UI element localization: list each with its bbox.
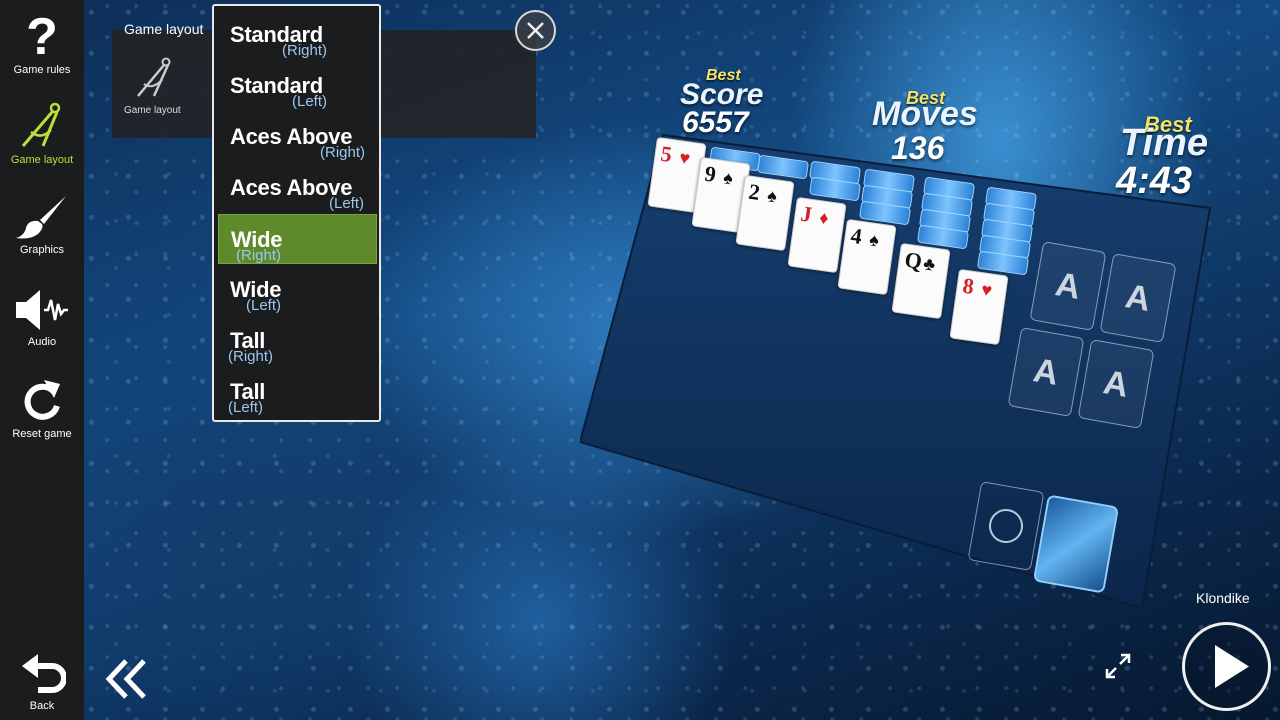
panel-icon-label: Game layout bbox=[124, 105, 181, 116]
fullscreen-icon[interactable] bbox=[1104, 652, 1132, 680]
sidebar-item-label: Audio bbox=[27, 336, 57, 348]
sidebar-item-label: Reset game bbox=[12, 428, 72, 440]
layout-option-aces-above-right[interactable]: Aces Above (Right) bbox=[218, 112, 377, 162]
foundation-slot[interactable]: A bbox=[1007, 327, 1085, 417]
back-button[interactable]: Back bbox=[0, 652, 84, 712]
option-sublabel: (Left) bbox=[329, 195, 365, 212]
card-rank: 8 bbox=[961, 272, 976, 299]
card-suit: ♥ bbox=[980, 279, 994, 301]
option-sublabel: (Left) bbox=[292, 93, 328, 110]
layout-option-wide-left[interactable]: Wide (Left) bbox=[218, 265, 377, 315]
layout-option-tall-right[interactable]: Tall (Right) bbox=[218, 316, 377, 366]
option-sublabel: (Right) bbox=[228, 348, 274, 365]
sidebar-item-reset-game[interactable]: Reset game bbox=[0, 378, 84, 440]
layout-option-tall-left[interactable]: Tall (Left) bbox=[218, 367, 377, 417]
close-icon bbox=[527, 22, 544, 39]
question-icon: ? bbox=[26, 10, 58, 60]
option-sublabel: (Right) bbox=[282, 42, 328, 59]
recycle-circle-icon bbox=[989, 509, 1023, 543]
card-suit: ♠ bbox=[722, 167, 735, 189]
play-button[interactable] bbox=[1182, 622, 1271, 711]
option-sublabel: (Right) bbox=[320, 144, 366, 161]
card-suit: ♣ bbox=[922, 253, 937, 275]
sidebar-item-label: Game rules bbox=[13, 64, 71, 76]
foundation-slot[interactable]: A bbox=[1099, 253, 1177, 343]
card-rank: 2 bbox=[747, 178, 762, 205]
option-sublabel: (Right) bbox=[236, 247, 282, 264]
play-icon bbox=[1215, 645, 1249, 688]
card-suit: ♠ bbox=[868, 229, 881, 251]
game-mode-label: Klondike bbox=[1196, 590, 1250, 606]
card-rank: 5 bbox=[659, 140, 674, 167]
layout-option-wide-right[interactable]: Wide (Right) bbox=[218, 214, 377, 264]
tableau-card[interactable]: 4 ♠ bbox=[837, 218, 897, 296]
sidebar-item-graphics[interactable]: Graphics bbox=[0, 194, 84, 256]
card-rank: Q bbox=[903, 246, 924, 274]
layout-dropdown[interactable]: Standard (Right) Standard (Left) Aces Ab… bbox=[212, 4, 381, 422]
close-button[interactable] bbox=[515, 10, 556, 51]
sidebar-item-label: Graphics bbox=[19, 244, 65, 256]
layout-option-standard-right[interactable]: Standard (Right) bbox=[218, 10, 377, 60]
tableau-card[interactable]: 8 ♥ bbox=[949, 268, 1009, 346]
compass-icon bbox=[21, 102, 61, 147]
card-suit: ♦ bbox=[818, 207, 830, 229]
svg-text:?: ? bbox=[26, 10, 58, 60]
panel-title: Game layout bbox=[124, 21, 204, 37]
card-suit: ♠ bbox=[766, 185, 779, 207]
sidebar-item-audio[interactable]: Audio bbox=[0, 288, 84, 348]
card-rank: 4 bbox=[849, 222, 864, 249]
moves-label: Moves bbox=[872, 95, 978, 133]
card-suit: ♥ bbox=[678, 147, 692, 169]
paintbrush-icon bbox=[16, 196, 66, 239]
reset-icon bbox=[24, 380, 60, 420]
sidebar-item-label: Game layout bbox=[10, 154, 74, 166]
speaker-icon bbox=[16, 290, 68, 330]
back-arrow-icon bbox=[22, 654, 66, 693]
sidebar-item-game-layout[interactable]: Game layout bbox=[0, 102, 84, 166]
sidebar: ? Game rules Game layout Graphics Audio bbox=[0, 0, 84, 720]
back-label: Back bbox=[29, 700, 55, 712]
tableau-card[interactable]: 2 ♠ bbox=[735, 174, 795, 252]
stock-pile[interactable] bbox=[1032, 494, 1120, 594]
foundation-slot[interactable]: A bbox=[1029, 241, 1107, 331]
compass-icon[interactable] bbox=[132, 56, 176, 100]
sidebar-item-game-rules[interactable]: ? Game rules bbox=[0, 10, 84, 76]
card-rank: J bbox=[799, 200, 814, 227]
tableau-card[interactable]: J ♦ bbox=[787, 196, 847, 274]
waste-pile[interactable] bbox=[967, 481, 1045, 571]
foundation-slot[interactable]: A bbox=[1077, 339, 1155, 429]
tableau-card[interactable]: Q ♣ bbox=[891, 242, 951, 320]
option-sublabel: (Left) bbox=[228, 399, 264, 416]
layout-option-standard-left[interactable]: Standard (Left) bbox=[218, 61, 377, 111]
layout-option-aces-above-left[interactable]: Aces Above (Left) bbox=[218, 163, 377, 213]
option-sublabel: (Left) bbox=[246, 297, 282, 314]
card-rank: 9 bbox=[703, 160, 718, 187]
collapse-chevrons-icon[interactable] bbox=[104, 658, 148, 700]
